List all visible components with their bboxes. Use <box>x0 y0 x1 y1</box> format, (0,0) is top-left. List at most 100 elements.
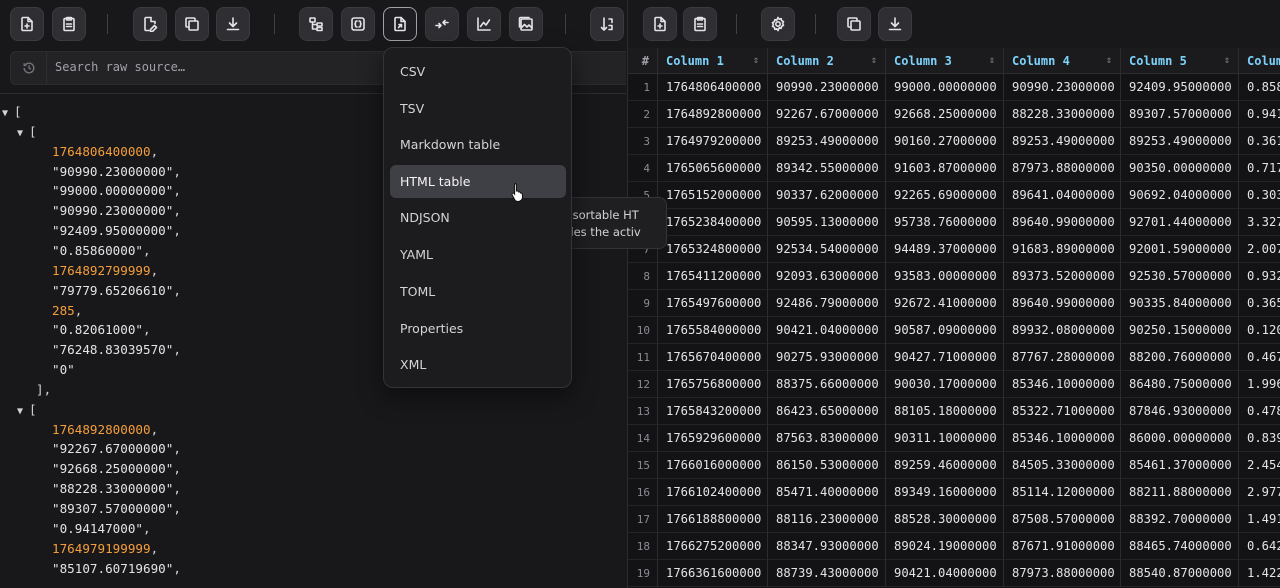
table-row[interactable]: 14 1765929600000 87563.83000000 90311.10000… <box>628 425 1280 452</box>
export-menu-item-toml[interactable]: TOML <box>390 275 566 308</box>
table-row[interactable]: 15 1766016000000 86150.53000000 89259.46000… <box>628 452 1280 479</box>
table-cell[interactable]: 85461.37000000 <box>1121 452 1239 479</box>
table-cell[interactable]: 86000.00000000 <box>1121 425 1239 452</box>
table-cell[interactable]: 87973.88000000 <box>1004 560 1121 587</box>
table-cell[interactable]: 88528.30000000 <box>886 506 1004 533</box>
table-row[interactable]: 7 1765324800000 92534.54000000 94489.370000… <box>628 236 1280 263</box>
column-header-1[interactable]: Column 1 ⇕ <box>658 48 768 74</box>
table-cell[interactable]: 89253.49000000 <box>768 128 886 155</box>
table-cell[interactable]: 92093.63000000 <box>768 263 886 290</box>
export-menu-item-markdown-table[interactable]: Markdown table <box>390 128 566 161</box>
column-header-4[interactable]: Column 4 ⇕ <box>1004 48 1121 74</box>
table-cell[interactable]: 89253.49000000 <box>1004 128 1121 155</box>
table-cell[interactable]: 0.303 <box>1239 182 1280 209</box>
table-cell[interactable]: 89373.52000000 <box>1004 263 1121 290</box>
table-cell[interactable]: 1766361600000 <box>658 560 768 587</box>
table-cell[interactable]: 92001.59000000 <box>1121 236 1239 263</box>
table-cell[interactable]: 1765238400000 <box>658 209 768 236</box>
table-row[interactable]: 18 1766275200000 88347.93000000 89024.19000… <box>628 533 1280 560</box>
table-row[interactable]: 1 1764806400000 90990.23000000 99000.000000… <box>628 74 1280 101</box>
table-row[interactable]: 16 1766102400000 85471.40000000 89349.16000… <box>628 479 1280 506</box>
table-cell[interactable]: 89342.55000000 <box>768 155 886 182</box>
export-menu-item-tsv[interactable]: TSV <box>390 92 566 125</box>
table-cell[interactable]: 86423.65000000 <box>768 398 886 425</box>
table-cell[interactable]: 88105.18000000 <box>886 398 1004 425</box>
table-cell[interactable]: 1765152000000 <box>658 182 768 209</box>
sort-arrows-icon[interactable]: ⇕ <box>871 48 877 74</box>
table-cell[interactable]: 90421.04000000 <box>886 560 1004 587</box>
export-menu-item-ndjson[interactable]: NDJSON <box>390 201 566 234</box>
table-cell[interactable]: 0.839 <box>1239 425 1280 452</box>
table-cell[interactable]: 85471.40000000 <box>768 479 886 506</box>
table-cell[interactable]: 1765843200000 <box>658 398 768 425</box>
table-cell[interactable]: 0.858 <box>1239 74 1280 101</box>
table-cell[interactable]: 1765929600000 <box>658 425 768 452</box>
table-cell[interactable]: 90990.23000000 <box>768 74 886 101</box>
table-cell[interactable]: 92701.44000000 <box>1121 209 1239 236</box>
table-cell[interactable]: 0.365 <box>1239 290 1280 317</box>
table-cell[interactable]: 2.454 <box>1239 452 1280 479</box>
collapse-toggle-icon[interactable]: ▼ <box>17 402 29 422</box>
table-cell[interactable]: 1766102400000 <box>658 479 768 506</box>
export-menu-item-xml[interactable]: XML <box>390 348 566 381</box>
table-cell[interactable]: 90350.00000000 <box>1121 155 1239 182</box>
column-header-5[interactable]: Column 5 ⇕ <box>1121 48 1239 74</box>
export-menu-item-yaml[interactable]: YAML <box>390 238 566 271</box>
table-cell[interactable]: 1765584000000 <box>658 317 768 344</box>
history-icon[interactable] <box>11 52 47 84</box>
table-row[interactable]: 5 1765152000000 90337.62000000 92265.690000… <box>628 182 1280 209</box>
table-cell[interactable]: 1765756800000 <box>658 371 768 398</box>
table-cell[interactable]: 92265.69000000 <box>886 182 1004 209</box>
table-cell[interactable]: 90990.23000000 <box>1004 74 1121 101</box>
table-row[interactable]: 17 1766188800000 88116.23000000 88528.30000… <box>628 506 1280 533</box>
table-cell[interactable]: 90250.15000000 <box>1121 317 1239 344</box>
tree-view-button[interactable] <box>299 7 333 41</box>
table-cell[interactable]: 0.478 <box>1239 398 1280 425</box>
table-row[interactable]: 9 1765497600000 92486.79000000 92672.410000… <box>628 290 1280 317</box>
table-cell[interactable]: 0.717 <box>1239 155 1280 182</box>
table-cell[interactable]: 90587.09000000 <box>886 317 1004 344</box>
table-cell[interactable]: 89641.04000000 <box>1004 182 1121 209</box>
table-cell[interactable]: 91683.89000000 <box>1004 236 1121 263</box>
table-cell[interactable]: 0.941 <box>1239 101 1280 128</box>
download-button[interactable] <box>216 7 250 41</box>
table-row[interactable]: 13 1765843200000 86423.65000000 88105.18000… <box>628 398 1280 425</box>
table-cell[interactable]: 92530.57000000 <box>1121 263 1239 290</box>
table-cell[interactable]: 90275.93000000 <box>768 344 886 371</box>
table-row[interactable]: 12 1765756800000 88375.66000000 90030.17000… <box>628 371 1280 398</box>
export-menu-item-html-table[interactable]: HTML table <box>390 165 566 198</box>
right-download-button[interactable] <box>878 7 912 41</box>
table-cell[interactable]: 3.327 <box>1239 209 1280 236</box>
table-cell[interactable]: 90427.71000000 <box>886 344 1004 371</box>
table-cell[interactable]: 1.996 <box>1239 371 1280 398</box>
collapse-toggle-icon[interactable]: ▼ <box>17 124 29 144</box>
table-cell[interactable]: 85114.12000000 <box>1004 479 1121 506</box>
table-cell[interactable]: 1764979200000 <box>658 128 768 155</box>
table-cell[interactable]: 87563.83000000 <box>768 425 886 452</box>
table-cell[interactable]: 90335.84000000 <box>1121 290 1239 317</box>
table-cell[interactable]: 95738.76000000 <box>886 209 1004 236</box>
table-cell[interactable]: 89640.99000000 <box>1004 209 1121 236</box>
table-cell[interactable]: 91603.87000000 <box>886 155 1004 182</box>
table-cell[interactable]: 1764806400000 <box>658 74 768 101</box>
table-cell[interactable]: 1766188800000 <box>658 506 768 533</box>
table-row[interactable]: 19 1766361600000 88739.43000000 90421.04000… <box>628 560 1280 587</box>
table-row[interactable]: 2 1764892800000 92267.67000000 92668.250000… <box>628 101 1280 128</box>
table-cell[interactable]: 89024.19000000 <box>886 533 1004 560</box>
table-row[interactable]: 6176523840000090595.1300000095738.760000… <box>628 209 1280 236</box>
table-cell[interactable]: 88228.33000000 <box>1004 101 1121 128</box>
table-cell[interactable]: 88392.70000000 <box>1121 506 1239 533</box>
export-format-button[interactable] <box>383 7 417 41</box>
table-cell[interactable]: 92668.25000000 <box>886 101 1004 128</box>
sort-arrows-icon[interactable]: ⇕ <box>989 48 995 74</box>
table-cell[interactable]: 88347.93000000 <box>768 533 886 560</box>
table-cell[interactable]: 88465.74000000 <box>1121 533 1239 560</box>
sort-arrows-icon[interactable]: ⇕ <box>1106 48 1112 74</box>
collapse-toggle-icon[interactable]: ▼ <box>2 104 14 124</box>
table-cell[interactable]: 85346.10000000 <box>1004 425 1121 452</box>
table-cell[interactable]: 86480.75000000 <box>1121 371 1239 398</box>
export-menu-item-csv[interactable]: CSV <box>390 55 566 88</box>
table-cell[interactable]: 85322.71000000 <box>1004 398 1121 425</box>
table-cell[interactable]: 84505.33000000 <box>1004 452 1121 479</box>
column-header-3[interactable]: Column 3 ⇕ <box>886 48 1004 74</box>
